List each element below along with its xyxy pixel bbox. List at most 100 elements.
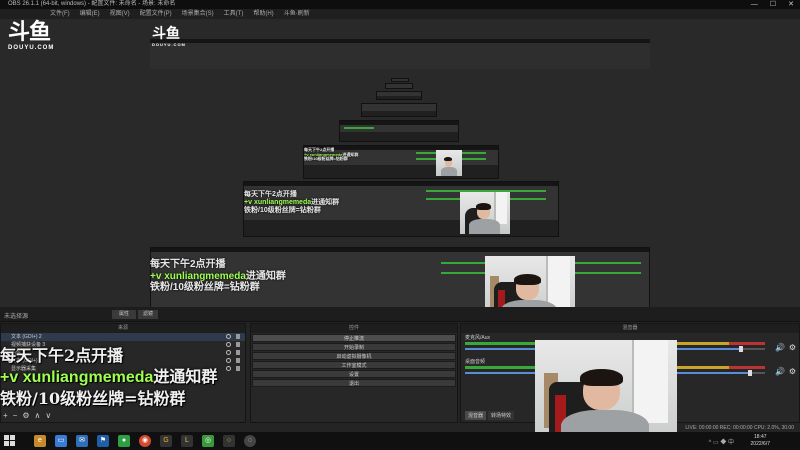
lock-icon[interactable] [236, 366, 240, 371]
minimize-icon[interactable]: — [751, 0, 758, 9]
overlay-suffix: 进通知群 [153, 367, 218, 386]
status-bar: LIVE: 00:00:00 REC: 00:00:00 CPU: 2.0%, … [685, 425, 794, 439]
screen: OBS 26.1.1 (64-bit, windows) - 配置文件: 未命名… [0, 0, 800, 450]
window-title: OBS 26.1.1 (64-bit, windows) - 配置文件: 未命名… [8, 1, 176, 7]
filters-button[interactable]: 滤镜 [138, 310, 158, 319]
no-source-label: 未选择源 [4, 314, 29, 320]
nested-toolbar [150, 39, 650, 43]
add-icon[interactable]: + [3, 411, 8, 420]
clock[interactable]: 18:47 2022/6/7 [751, 434, 770, 448]
studio-mode-button[interactable]: 工作室模式 [252, 361, 456, 369]
logo-sub-nested: DOUYU.COM [152, 42, 186, 47]
nested-frame [391, 78, 409, 82]
logo-glyph-nested: 斗鱼 [152, 26, 180, 42]
exit-button[interactable]: 退出 [252, 379, 456, 387]
logo-sub: DOUYU.COM [8, 45, 55, 51]
eye-icon[interactable] [226, 334, 231, 339]
mixer-header: 混音器 [461, 324, 799, 333]
douyu-logo-nested: 斗鱼 DOUYU.COM [152, 26, 186, 48]
stream-overlay-text: 每天下午2点开播 +v xunliangmemeda进通知群 铁粉/10级粉丝牌… [0, 345, 217, 409]
chevron-down-icon[interactable]: ∨ [45, 411, 51, 420]
speaker-icon[interactable]: 🔊 [775, 367, 785, 376]
edge-icon[interactable]: e [34, 435, 46, 447]
weixin-icon[interactable]: ◎ [202, 435, 214, 447]
tab-transitions[interactable]: 转场特效 [488, 411, 515, 420]
menu-help[interactable]: 帮助(H) [253, 9, 273, 19]
lock-icon[interactable] [236, 342, 240, 347]
close-icon[interactable]: ✕ [788, 0, 794, 9]
source-item[interactable]: 文本 (GDI+) 2 [1, 333, 245, 341]
overlay-line1: 每天下午2点开播 [150, 259, 226, 270]
eye-icon[interactable] [226, 358, 231, 363]
logo-glyph: 斗鱼 [8, 20, 51, 45]
circle-icon[interactable]: ○ [223, 435, 235, 447]
menu-douyu[interactable]: 斗鱼·刷新 [284, 9, 310, 19]
nested-overlay-text: 每天下午2点开播 +v xunliangmemeda进通知群 铁粉/10级粉丝牌… [150, 259, 286, 294]
l-icon[interactable]: L [181, 435, 193, 447]
menu-bar: 文件(F) 编辑(E) 视图(V) 配置文件(P) 场景集合(S) 工具(T) … [0, 9, 800, 19]
system-tray-icons[interactable]: ^ ▭ ◆ 中 [709, 437, 735, 446]
menu-scene-collection[interactable]: 场景集合(S) [182, 9, 214, 19]
start-recording-button[interactable]: 开始录制 [252, 343, 456, 351]
eye-icon[interactable] [226, 366, 231, 371]
overlay-prefix: +v [150, 270, 165, 282]
chrome-icon[interactable]: ◉ [139, 435, 151, 447]
g-icon[interactable]: G [160, 435, 172, 447]
overlay-prefix: +v [0, 369, 23, 386]
remove-icon[interactable]: − [13, 411, 18, 420]
overlay-line3: 铁粉/10级粉丝牌=钻粉群 [0, 389, 186, 408]
speaker-icon[interactable]: 🔊 [775, 343, 785, 352]
overlay-handle: xunliangmemeda [253, 199, 312, 207]
windows-start-icon[interactable] [4, 435, 16, 447]
source-tools: + − ⚙ ∧ ∨ [3, 411, 51, 420]
gear-icon[interactable]: ⚙ [789, 343, 796, 352]
wechat-icon[interactable]: ● [118, 435, 130, 447]
overlay-line3: 铁粉/10级粉丝牌=钻粉群 [244, 207, 321, 215]
overlay-suffix: 进通知群 [245, 270, 286, 282]
overlay-line3: 铁粉/10级粉丝牌=钻粉群 [150, 282, 260, 293]
controls-dock: 控件 停止推流 开始录制 启动虚拟摄像机 工作室模式 设置 退出 [250, 323, 458, 423]
folder-icon[interactable]: ▭ [55, 435, 67, 447]
overlay-line1: 每天下午2点开播 [0, 346, 124, 365]
menu-file[interactable]: 文件(F) [50, 9, 70, 19]
lock-icon[interactable] [236, 334, 240, 339]
menu-edit[interactable]: 编辑(E) [80, 9, 100, 19]
menu-profile[interactable]: 配置文件(P) [140, 9, 172, 19]
overlay-prefix: +v [244, 199, 254, 207]
overlay-handle: xunliangmemeda [164, 270, 246, 282]
clock-time: 18:47 [754, 434, 767, 440]
stop-stream-button[interactable]: 停止推流 [252, 334, 456, 342]
obs-icon[interactable]: ◌ [244, 435, 256, 447]
flag-icon[interactable]: ⚑ [97, 435, 109, 447]
eye-icon[interactable] [226, 350, 231, 355]
overlay-line1: 每天下午2点开播 [244, 191, 297, 198]
tab-mixer[interactable]: 混音器 [465, 411, 487, 420]
settings-button[interactable]: 设置 [252, 370, 456, 378]
mail-icon[interactable]: ✉ [76, 435, 88, 447]
overlay-handle: xunliangmemeda [22, 369, 154, 386]
lock-icon[interactable] [236, 358, 240, 363]
sources-header: 来源 [1, 324, 245, 333]
virtual-camera-button[interactable]: 启动虚拟摄像机 [252, 352, 456, 360]
menu-view[interactable]: 视图(V) [110, 9, 130, 19]
source-label: 文本 (GDI+) 2 [11, 334, 42, 340]
controls-header: 控件 [251, 324, 457, 333]
taskbar-apps: e ▭ ✉ ⚑ ● ◉ G L ◎ ○ ◌ [34, 435, 256, 447]
gear-icon[interactable]: ⚙ [22, 411, 29, 420]
clock-date: 2022/6/7 [750, 441, 770, 447]
gear-icon[interactable]: ⚙ [789, 367, 796, 376]
chevron-up-icon[interactable]: ∧ [35, 411, 41, 420]
menu-tools[interactable]: 工具(T) [224, 9, 244, 19]
overlay-suffix: 进通知群 [311, 199, 340, 207]
webcam-feed-nested [436, 150, 462, 176]
nested-frame [385, 83, 413, 89]
mixer-tabs: 混音器 转场特效 [465, 411, 515, 420]
lock-icon[interactable] [236, 350, 240, 355]
eye-icon[interactable] [226, 342, 231, 347]
properties-button[interactable]: 属性 [112, 310, 136, 319]
webcam-feed-nested [485, 256, 575, 307]
title-bar: OBS 26.1.1 (64-bit, windows) - 配置文件: 未命名… [0, 0, 800, 9]
window-controls: — ☐ ✕ [751, 0, 794, 9]
maximize-icon[interactable]: ☐ [770, 0, 776, 9]
preview-canvas[interactable]: 斗鱼 DOUYU.COM 斗鱼 DOUYU.COM 每天下午2点开播 +v xu… [0, 19, 800, 307]
